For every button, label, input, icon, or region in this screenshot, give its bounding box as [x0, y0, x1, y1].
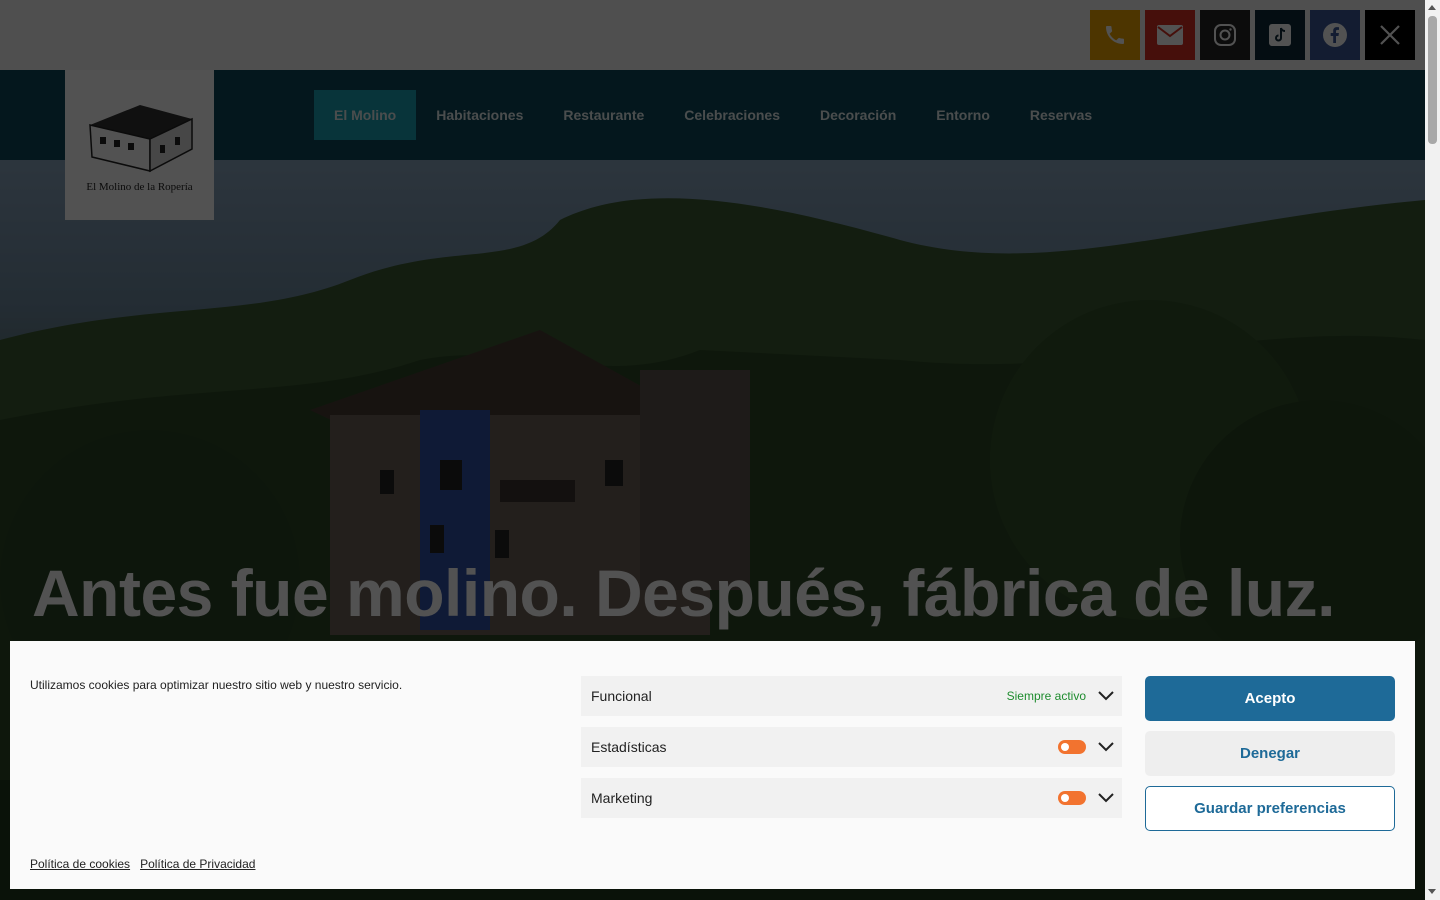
deny-button[interactable]: Denegar	[1145, 731, 1395, 776]
facebook-icon[interactable]	[1310, 10, 1360, 60]
email-icon[interactable]	[1145, 10, 1195, 60]
main-menu: El Molino Habitaciones Restaurante Celeb…	[314, 90, 1112, 140]
marketing-toggle[interactable]	[1058, 791, 1086, 805]
category-label: Funcional	[591, 688, 652, 704]
statistics-toggle[interactable]	[1058, 740, 1086, 754]
cookie-category-estadisticas[interactable]: Estadísticas	[581, 727, 1122, 767]
chevron-down-icon[interactable]	[1098, 691, 1114, 701]
privacy-policy-link[interactable]: Política de Privacidad	[140, 857, 255, 871]
chevron-down-icon[interactable]	[1098, 742, 1114, 752]
instagram-icon[interactable]	[1200, 10, 1250, 60]
phone-icon[interactable]	[1090, 10, 1140, 60]
hero-title: Antes fue molino. Después, fábrica de lu…	[32, 556, 1335, 630]
scroll-up-arrow-icon[interactable]	[1428, 5, 1436, 10]
scrollbar-thumb[interactable]	[1428, 16, 1437, 144]
nav-habitaciones[interactable]: Habitaciones	[416, 90, 543, 140]
toggle-knob	[1061, 743, 1069, 751]
chevron-down-icon[interactable]	[1098, 793, 1114, 803]
nav-restaurante[interactable]: Restaurante	[543, 90, 664, 140]
page-scrollbar[interactable]	[1425, 0, 1440, 900]
cookie-message: Utilizamos cookies para optimizar nuestr…	[30, 678, 403, 692]
nav-decoracion[interactable]: Decoración	[800, 90, 916, 140]
toggle-knob	[1061, 794, 1069, 802]
cookie-category-funcional[interactable]: Funcional Siempre activo	[581, 676, 1122, 716]
accept-button[interactable]: Acepto	[1145, 676, 1395, 721]
save-preferences-button[interactable]: Guardar preferencias	[1145, 786, 1395, 831]
cookie-policy-link[interactable]: Política de cookies	[30, 857, 130, 871]
nav-celebraciones[interactable]: Celebraciones	[664, 90, 800, 140]
always-active-label: Siempre activo	[1006, 689, 1086, 703]
x-icon[interactable]	[1365, 10, 1415, 60]
logo-text: El Molino de la Ropería	[86, 181, 193, 193]
site-logo[interactable]: El Molino de la Ropería	[65, 70, 214, 220]
cookie-policy-links: Política de cookies Política de Privacid…	[30, 857, 255, 871]
nav-reservas[interactable]: Reservas	[1010, 90, 1112, 140]
cookie-category-marketing[interactable]: Marketing	[581, 778, 1122, 818]
top-contact-bar	[0, 0, 1425, 70]
tiktok-icon[interactable]	[1255, 10, 1305, 60]
category-label: Estadísticas	[591, 739, 667, 755]
mill-building-icon	[88, 105, 193, 173]
category-label: Marketing	[591, 790, 653, 806]
scroll-down-arrow-icon[interactable]	[1428, 889, 1436, 894]
nav-el-molino[interactable]: El Molino	[314, 90, 417, 140]
cookie-banner: Utilizamos cookies para optimizar nuestr…	[10, 641, 1415, 889]
nav-entorno[interactable]: Entorno	[916, 90, 1010, 140]
